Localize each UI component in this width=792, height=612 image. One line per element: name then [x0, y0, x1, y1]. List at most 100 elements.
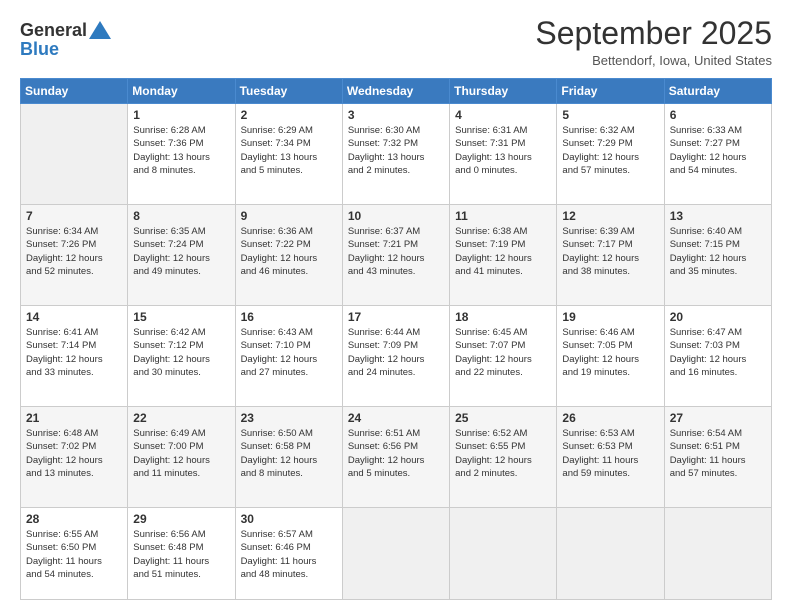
- day-info: Sunrise: 6:33 AM Sunset: 7:27 PM Dayligh…: [670, 124, 766, 177]
- calendar-cell: [557, 508, 664, 600]
- day-info: Sunrise: 6:31 AM Sunset: 7:31 PM Dayligh…: [455, 124, 551, 177]
- day-number: 20: [670, 310, 766, 324]
- day-number: 17: [348, 310, 444, 324]
- day-info: Sunrise: 6:52 AM Sunset: 6:55 PM Dayligh…: [455, 427, 551, 480]
- calendar-cell: 25 Sunrise: 6:52 AM Sunset: 6:55 PM Dayli…: [450, 407, 557, 508]
- day-info: Sunrise: 6:41 AM Sunset: 7:14 PM Dayligh…: [26, 326, 122, 379]
- day-header-friday: Friday: [557, 79, 664, 104]
- day-info: Sunrise: 6:55 AM Sunset: 6:50 PM Dayligh…: [26, 528, 122, 581]
- calendar-cell: 19Sunrise: 6:46 AM Sunset: 7:05 PM Dayli…: [557, 306, 664, 407]
- calendar-cell: 24 Sunrise: 6:51 AM Sunset: 6:56 PM Dayli…: [342, 407, 449, 508]
- calendar-cell: 27Sunrise: 6:54 AM Sunset: 6:51 PM Dayli…: [664, 407, 771, 508]
- calendar-cell: 18 Sunrise: 6:45 AM Sunset: 7:07 PM Dayli…: [450, 306, 557, 407]
- calendar-cell: 12 Sunrise: 6:39 AM Sunset: 7:17 PM Dayli…: [557, 205, 664, 306]
- day-number: 21: [26, 411, 122, 425]
- calendar-cell: [21, 104, 128, 205]
- calendar-cell: [450, 508, 557, 600]
- calendar-cell: 4 Sunrise: 6:31 AM Sunset: 7:31 PM Daylig…: [450, 104, 557, 205]
- calendar-cell: 9 Sunrise: 6:36 AM Sunset: 7:22 PM Daylig…: [235, 205, 342, 306]
- day-number: 18: [455, 310, 551, 324]
- day-info: Sunrise: 6:53 AM Sunset: 6:53 PM Dayligh…: [562, 427, 658, 480]
- page: General Blue September 2025 Bettendorf, …: [0, 0, 792, 612]
- day-header-monday: Monday: [128, 79, 235, 104]
- day-info: Sunrise: 6:30 AM Sunset: 7:32 PM Dayligh…: [348, 124, 444, 177]
- day-number: 11: [455, 209, 551, 223]
- day-number: 30: [241, 512, 337, 526]
- calendar-cell: 6Sunrise: 6:33 AM Sunset: 7:27 PM Daylig…: [664, 104, 771, 205]
- day-info: Sunrise: 6:51 AM Sunset: 6:56 PM Dayligh…: [348, 427, 444, 480]
- day-number: 9: [241, 209, 337, 223]
- logo-icon: [89, 21, 111, 39]
- day-number: 22: [133, 411, 229, 425]
- day-number: 5: [562, 108, 658, 122]
- day-info: Sunrise: 6:37 AM Sunset: 7:21 PM Dayligh…: [348, 225, 444, 278]
- day-number: 25: [455, 411, 551, 425]
- logo: General Blue: [20, 20, 111, 60]
- day-info: Sunrise: 6:44 AM Sunset: 7:09 PM Dayligh…: [348, 326, 444, 379]
- day-header-saturday: Saturday: [664, 79, 771, 104]
- day-number: 4: [455, 108, 551, 122]
- calendar-cell: [664, 508, 771, 600]
- calendar-cell: 16 Sunrise: 6:43 AM Sunset: 7:10 PM Dayli…: [235, 306, 342, 407]
- day-number: 23: [241, 411, 337, 425]
- calendar-cell: 14Sunrise: 6:41 AM Sunset: 7:14 PM Dayli…: [21, 306, 128, 407]
- location: Bettendorf, Iowa, United States: [535, 53, 772, 68]
- calendar-cell: 17 Sunrise: 6:44 AM Sunset: 7:09 PM Dayli…: [342, 306, 449, 407]
- calendar-cell: 26Sunrise: 6:53 AM Sunset: 6:53 PM Dayli…: [557, 407, 664, 508]
- day-info: Sunrise: 6:29 AM Sunset: 7:34 PM Dayligh…: [241, 124, 337, 177]
- day-number: 8: [133, 209, 229, 223]
- day-info: Sunrise: 6:35 AM Sunset: 7:24 PM Dayligh…: [133, 225, 229, 278]
- calendar-cell: 8 Sunrise: 6:35 AM Sunset: 7:24 PM Daylig…: [128, 205, 235, 306]
- calendar-cell: 2 Sunrise: 6:29 AM Sunset: 7:34 PM Daylig…: [235, 104, 342, 205]
- day-header-thursday: Thursday: [450, 79, 557, 104]
- calendar-cell: 22 Sunrise: 6:49 AM Sunset: 7:00 PM Dayli…: [128, 407, 235, 508]
- day-number: 13: [670, 209, 766, 223]
- calendar-cell: 28 Sunrise: 6:55 AM Sunset: 6:50 PM Dayli…: [21, 508, 128, 600]
- day-number: 7: [26, 209, 122, 223]
- day-info: Sunrise: 6:57 AM Sunset: 6:46 PM Dayligh…: [241, 528, 337, 581]
- day-info: Sunrise: 6:42 AM Sunset: 7:12 PM Dayligh…: [133, 326, 229, 379]
- month-title: September 2025: [535, 16, 772, 51]
- day-number: 16: [241, 310, 337, 324]
- day-number: 12: [562, 209, 658, 223]
- day-info: Sunrise: 6:46 AM Sunset: 7:05 PM Dayligh…: [562, 326, 658, 379]
- day-info: Sunrise: 6:54 AM Sunset: 6:51 PM Dayligh…: [670, 427, 766, 480]
- day-number: 15: [133, 310, 229, 324]
- day-info: Sunrise: 6:48 AM Sunset: 7:02 PM Dayligh…: [26, 427, 122, 480]
- day-info: Sunrise: 6:32 AM Sunset: 7:29 PM Dayligh…: [562, 124, 658, 177]
- day-info: Sunrise: 6:40 AM Sunset: 7:15 PM Dayligh…: [670, 225, 766, 278]
- day-info: Sunrise: 6:38 AM Sunset: 7:19 PM Dayligh…: [455, 225, 551, 278]
- day-info: Sunrise: 6:49 AM Sunset: 7:00 PM Dayligh…: [133, 427, 229, 480]
- day-number: 2: [241, 108, 337, 122]
- day-number: 10: [348, 209, 444, 223]
- calendar-cell: 1Sunrise: 6:28 AM Sunset: 7:36 PM Daylig…: [128, 104, 235, 205]
- calendar-cell: 30 Sunrise: 6:57 AM Sunset: 6:46 PM Dayli…: [235, 508, 342, 600]
- day-number: 28: [26, 512, 122, 526]
- calendar-cell: 7 Sunrise: 6:34 AM Sunset: 7:26 PM Daylig…: [21, 205, 128, 306]
- calendar-cell: 11 Sunrise: 6:38 AM Sunset: 7:19 PM Dayli…: [450, 205, 557, 306]
- calendar-cell: 15 Sunrise: 6:42 AM Sunset: 7:12 PM Dayli…: [128, 306, 235, 407]
- day-info: Sunrise: 6:34 AM Sunset: 7:26 PM Dayligh…: [26, 225, 122, 278]
- day-number: 3: [348, 108, 444, 122]
- day-info: Sunrise: 6:56 AM Sunset: 6:48 PM Dayligh…: [133, 528, 229, 581]
- day-info: Sunrise: 6:47 AM Sunset: 7:03 PM Dayligh…: [670, 326, 766, 379]
- calendar-cell: 3 Sunrise: 6:30 AM Sunset: 7:32 PM Daylig…: [342, 104, 449, 205]
- header: General Blue September 2025 Bettendorf, …: [20, 16, 772, 68]
- calendar-cell: 13 Sunrise: 6:40 AM Sunset: 7:15 PM Dayli…: [664, 205, 771, 306]
- day-header-wednesday: Wednesday: [342, 79, 449, 104]
- logo-blue-text: Blue: [20, 39, 111, 60]
- day-info: Sunrise: 6:43 AM Sunset: 7:10 PM Dayligh…: [241, 326, 337, 379]
- day-info: Sunrise: 6:36 AM Sunset: 7:22 PM Dayligh…: [241, 225, 337, 278]
- calendar-cell: 5 Sunrise: 6:32 AM Sunset: 7:29 PM Daylig…: [557, 104, 664, 205]
- calendar-cell: 20 Sunrise: 6:47 AM Sunset: 7:03 PM Dayli…: [664, 306, 771, 407]
- day-number: 24: [348, 411, 444, 425]
- header-right: September 2025 Bettendorf, Iowa, United …: [535, 16, 772, 68]
- day-info: Sunrise: 6:39 AM Sunset: 7:17 PM Dayligh…: [562, 225, 658, 278]
- day-header-tuesday: Tuesday: [235, 79, 342, 104]
- calendar-cell: 23Sunrise: 6:50 AM Sunset: 6:58 PM Dayli…: [235, 407, 342, 508]
- day-number: 29: [133, 512, 229, 526]
- calendar-cell: 29 Sunrise: 6:56 AM Sunset: 6:48 PM Dayli…: [128, 508, 235, 600]
- calendar: SundayMondayTuesdayWednesdayThursdayFrid…: [20, 78, 772, 600]
- day-header-sunday: Sunday: [21, 79, 128, 104]
- day-info: Sunrise: 6:45 AM Sunset: 7:07 PM Dayligh…: [455, 326, 551, 379]
